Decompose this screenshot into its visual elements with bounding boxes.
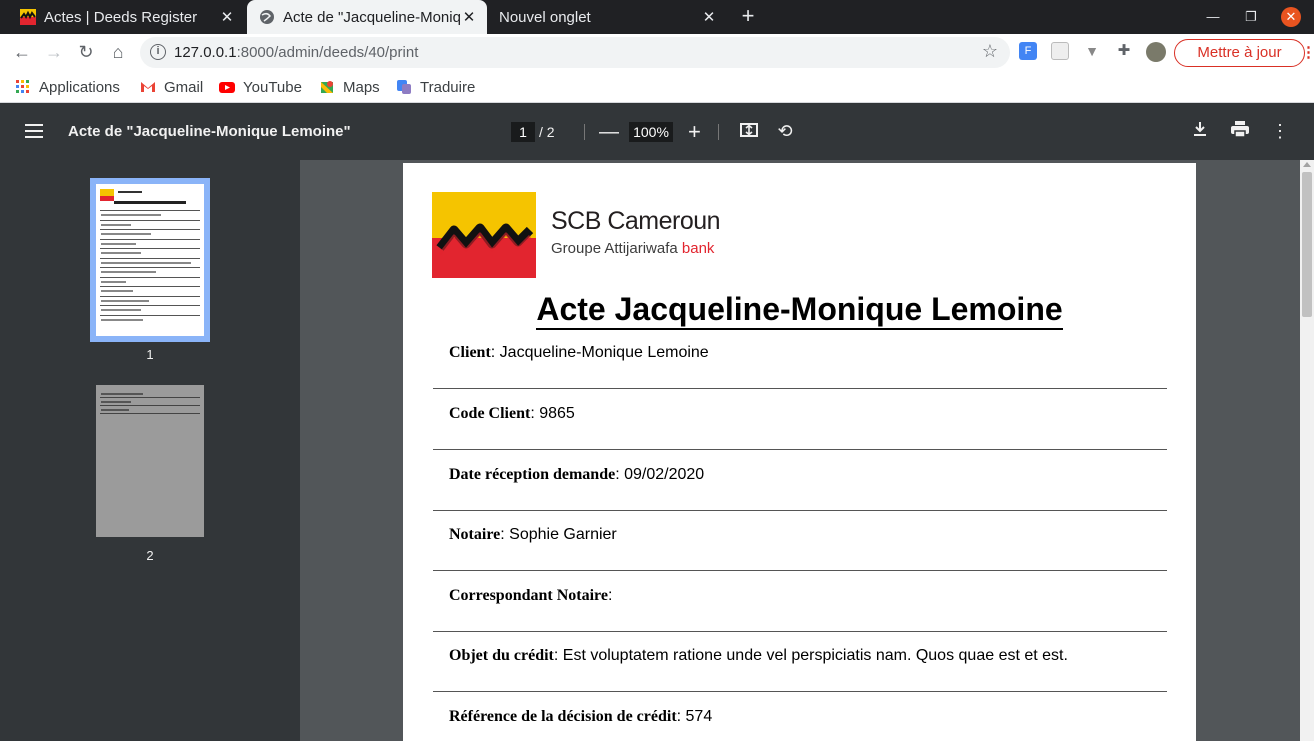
menu-hamburger-icon[interactable] — [25, 124, 43, 138]
avatar[interactable] — [1146, 42, 1166, 62]
divider — [718, 124, 719, 140]
tab-title: Acte de "Jacqueline-Monique Lemoine" — [283, 8, 461, 26]
field-row-correspondant: Correspondant Notaire: — [433, 571, 1167, 632]
tab-close-icon[interactable]: ✕ — [701, 8, 717, 26]
field-row-client: Client: Jacqueline-Monique Lemoine — [433, 328, 1167, 389]
thumbnail-sidebar: 1 2 — [0, 160, 300, 741]
zoom-level-input[interactable]: 100% — [629, 122, 673, 142]
update-button[interactable]: Mettre à jour ⋮ — [1174, 39, 1314, 67]
vertical-scrollbar[interactable] — [1300, 160, 1314, 741]
bookmark-youtube[interactable]: YouTube — [219, 76, 302, 98]
pdf-toolbar: Acte de "Jacqueline-Monique Lemoine" 1 /… — [0, 104, 1314, 160]
tab-actes-register[interactable]: Actes | Deeds Register ✕ — [8, 0, 245, 34]
extension-grid-icon[interactable] — [1051, 42, 1069, 60]
bookmark-translate[interactable]: Traduire — [396, 76, 475, 98]
pdf-viewer: SCB Cameroun Groupe Attijariwafa bank Ac… — [300, 160, 1300, 741]
thumbnail-number: 1 — [146, 347, 154, 362]
tab-title: Actes | Deeds Register — [44, 8, 198, 26]
globe-icon — [260, 10, 274, 24]
page-thumbnail-1[interactable] — [90, 178, 210, 342]
document-title: Acte Jacqueline-Monique Lemoine — [403, 291, 1196, 330]
translate-icon — [397, 80, 411, 94]
scb-favicon-icon — [20, 9, 36, 25]
field-row-date-reception: Date réception demande: 09/02/2020 — [433, 450, 1167, 511]
scroll-up-arrow-icon[interactable] — [1303, 162, 1311, 167]
field-row-code-client: Code Client: 9865 — [433, 389, 1167, 450]
scb-logo-thumb-icon — [100, 189, 114, 201]
field-row-notaire: Notaire: Sophie Garnier — [433, 510, 1167, 571]
maps-icon — [321, 81, 333, 93]
new-tab-button[interactable]: + — [737, 5, 759, 27]
bookmark-maps[interactable]: Maps — [319, 76, 380, 98]
pdf-page: SCB Cameroun Groupe Attijariwafa bank Ac… — [403, 163, 1196, 741]
tab-strip: Actes | Deeds Register ✕ Acte de "Jacque… — [0, 0, 1314, 34]
thumbnail-number: 2 — [146, 548, 154, 563]
tab-new-tab[interactable]: Nouvel onglet ✕ — [487, 0, 727, 34]
reload-icon[interactable]: ↻ — [74, 40, 98, 64]
zoom-in-icon[interactable]: + — [688, 119, 701, 145]
home-icon[interactable]: ⌂ — [106, 40, 130, 64]
bookmark-applications[interactable]: Applications — [15, 76, 120, 98]
divider — [584, 124, 585, 140]
page-total: / 2 — [539, 124, 555, 140]
brand-block: SCB Cameroun Groupe Attijariwafa bank — [551, 207, 721, 257]
brand-name: SCB Cameroun — [551, 207, 721, 235]
apps-grid-icon — [16, 80, 29, 93]
window-close-icon[interactable]: ✕ — [1281, 7, 1301, 27]
fit-to-page-icon[interactable] — [738, 120, 760, 142]
bookmark-star-icon[interactable]: ☆ — [982, 41, 998, 62]
page-number-input[interactable]: 1 — [511, 122, 535, 142]
back-icon[interactable]: ← — [10, 40, 34, 64]
download-icon[interactable] — [1189, 120, 1211, 142]
site-info-icon[interactable]: i — [150, 44, 166, 60]
menu-dots-icon[interactable]: ⋮ — [1301, 40, 1314, 66]
extension-v-icon[interactable]: ▼ — [1083, 42, 1101, 60]
bookmark-gmail[interactable]: Gmail — [140, 76, 203, 98]
field-row-objet-credit: Objet du crédit: Est voluptatem ratione … — [433, 631, 1167, 692]
field-row-reference-decision: Référence de la décision de crédit: 574 — [449, 708, 713, 725]
gmail-icon — [141, 82, 155, 92]
scrollbar-thumb[interactable] — [1302, 172, 1312, 317]
more-options-icon[interactable]: ⋮ — [1269, 120, 1291, 142]
bookmarks-bar: Applications Gmail YouTube Maps Traduire — [0, 71, 1314, 103]
tab-close-icon[interactable]: ✕ — [219, 8, 235, 26]
address-bar[interactable]: i 127.0.0.1:8000/admin/deeds/40/print ☆ — [140, 37, 1010, 68]
youtube-icon — [219, 82, 235, 93]
tab-title: Nouvel onglet — [499, 8, 591, 26]
print-icon[interactable] — [1229, 120, 1251, 142]
brand-group: Groupe Attijariwafa bank — [551, 240, 715, 257]
scb-logo — [432, 192, 536, 278]
minimize-icon[interactable]: — — [1203, 7, 1223, 27]
extensions-puzzle-icon[interactable]: ✚ — [1115, 42, 1133, 60]
browser-toolbar: ← → ↻ ⌂ i 127.0.0.1:8000/admin/deeds/40/… — [0, 34, 1314, 71]
rotate-icon[interactable]: ⟲ — [774, 120, 796, 142]
forward-icon[interactable]: → — [42, 40, 66, 64]
extension-fi-icon[interactable]: F — [1019, 42, 1037, 60]
restore-icon[interactable]: ❐ — [1241, 7, 1261, 27]
tab-close-icon[interactable]: ✕ — [461, 8, 477, 26]
page-thumbnail-2[interactable] — [96, 385, 204, 537]
zoom-out-icon[interactable]: — — [599, 121, 619, 144]
url-text[interactable]: 127.0.0.1:8000/admin/deeds/40/print — [174, 44, 418, 61]
tab-acte-print[interactable]: Acte de "Jacqueline-Monique Lemoine" ✕ — [247, 0, 487, 34]
pdf-title: Acte de "Jacqueline-Monique Lemoine" — [68, 123, 351, 140]
